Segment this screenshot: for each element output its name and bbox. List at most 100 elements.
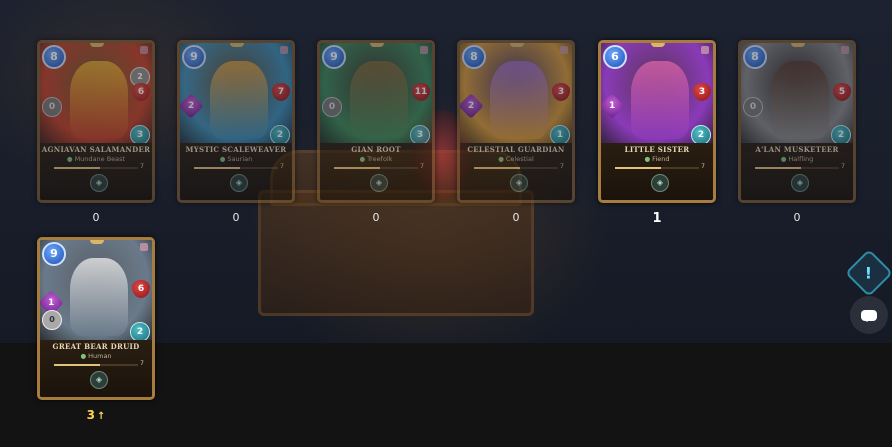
mana-cost: 8 [42, 45, 66, 69]
card-level: 7 [560, 163, 564, 170]
edition-icon [140, 243, 148, 251]
card-character [350, 61, 408, 139]
card-count-value: 3 [86, 408, 95, 422]
ability-icon[interactable]: ◈ [90, 174, 108, 192]
card-type: ● Celestial [460, 155, 572, 163]
card-count: 0 [216, 211, 256, 224]
card-count-value: 0 [92, 211, 100, 224]
monster-card[interactable]: 8 5 2 0 A'LAN MUSKETEER ● Halfling 7 ◈ [738, 40, 856, 203]
melee-attack-stat: 0 [42, 97, 62, 117]
rarity-gem [90, 240, 104, 244]
card-name: GREAT BEAR DRUID [52, 342, 140, 351]
card-level: 7 [420, 163, 424, 170]
magic-attack-value: 2 [467, 100, 475, 111]
level-bar [334, 167, 418, 169]
edition-icon [140, 46, 148, 54]
card-type-label: Halfling [788, 155, 814, 163]
arrow-up-icon: ↑ [96, 411, 106, 422]
melee-attack-stat: 0 [743, 97, 763, 117]
rarity-gem [791, 43, 805, 47]
monster-card[interactable]: 9 6 2 1 0 GREAT BEAR DRUID ● Human 7 ◈ [37, 237, 155, 400]
level-bar-fill [615, 167, 662, 169]
monster-card[interactable]: 9 11 3 0 GIAN ROOT ● Treefolk 7 ◈ [317, 40, 435, 203]
card-type-label: Human [88, 352, 112, 360]
level-bar-fill [474, 167, 521, 169]
rarity-gem [510, 43, 524, 47]
mana-cost: 9 [182, 45, 206, 69]
card-level: 7 [280, 163, 284, 170]
type-dot-icon: ● [498, 155, 504, 163]
ability-icon[interactable]: ◈ [651, 174, 669, 192]
speed-stat: 2 [270, 125, 290, 145]
speed-stat: 2 [691, 125, 711, 145]
card-level: 7 [140, 360, 144, 367]
chat-button[interactable] [850, 296, 888, 334]
level-bar [755, 167, 839, 169]
level-bar-fill [755, 167, 802, 169]
rarity-gem [230, 43, 244, 47]
ability-icon[interactable]: ◈ [791, 174, 809, 192]
edition-icon [420, 46, 428, 54]
level-bar-fill [194, 167, 241, 169]
rarity-gem [90, 43, 104, 47]
card-level: 7 [701, 163, 705, 170]
level-bar [54, 364, 138, 366]
level-bar [194, 167, 278, 169]
type-dot-icon: ● [780, 155, 787, 163]
card-count-value: 0 [372, 211, 380, 224]
card-character [771, 61, 829, 139]
monster-card[interactable]: 6 3 2 1 LITTLE SISTER ● Fiend 7 ◈ [598, 40, 716, 203]
card-character [70, 61, 128, 139]
mana-cost: 8 [743, 45, 767, 69]
type-dot-icon: ● [644, 155, 651, 163]
card-type: ● Mundane Beast [40, 155, 152, 163]
magic-attack-value: 1 [608, 100, 616, 111]
card-character [210, 61, 268, 139]
mana-cost: 9 [322, 45, 346, 69]
ranged-attack-stat: 0 [42, 310, 62, 330]
edition-icon [280, 46, 288, 54]
card-type-label: Celestial [505, 155, 534, 163]
card-name: MYSTIC SCALEWEAVER [185, 145, 287, 154]
card-name: CELESTIAL GUARDIAN [467, 145, 565, 154]
card-type-label: Mundane Beast [74, 155, 126, 163]
level-bar-fill [54, 167, 101, 169]
card-name: A'LAN MUSKETEER [755, 145, 839, 154]
card-type-label: Fiend [652, 155, 670, 163]
treasure-chest [258, 190, 534, 316]
card-type: ● Halfling [741, 155, 853, 163]
speed-stat: 3 [130, 125, 150, 145]
card-count: 0 [496, 211, 536, 224]
monster-card[interactable]: 8 3 1 2 CELESTIAL GUARDIAN ● Celestial 7 … [457, 40, 575, 203]
level-bar [54, 167, 138, 169]
card-name: LITTLE SISTER [624, 145, 690, 154]
card-type-label: Saurian [227, 155, 253, 163]
card-level: 7 [841, 163, 845, 170]
type-dot-icon: ● [359, 155, 366, 163]
rarity-gem [370, 43, 384, 47]
chat-icon [861, 309, 877, 322]
card-character [70, 258, 128, 336]
card-count: 0 [356, 211, 396, 224]
ability-icon[interactable]: ◈ [90, 371, 108, 389]
card-name: GIAN ROOT [351, 145, 401, 154]
level-bar-fill [334, 167, 381, 169]
ability-icon[interactable]: ◈ [230, 174, 248, 192]
card-count-value: 0 [232, 211, 240, 224]
card-level: 7 [140, 163, 144, 170]
exclamation-icon: ! [865, 263, 873, 283]
monster-card[interactable]: 8 2 6 3 0 AGNIAVAN SALAMANDER ● Mundane B… [37, 40, 155, 203]
speed-stat: 2 [831, 125, 851, 145]
speed-stat: 3 [410, 125, 430, 145]
type-dot-icon: ● [80, 352, 87, 360]
monster-card[interactable]: 9 7 2 2 MYSTIC SCALEWEAVER ● Saurian 7 ◈ [177, 40, 295, 203]
type-dot-icon: ● [66, 155, 73, 163]
speed-stat: 2 [130, 322, 150, 342]
magic-attack-value: 2 [187, 100, 195, 111]
level-bar-fill [54, 364, 101, 366]
mana-cost: 8 [462, 45, 486, 69]
ability-icon[interactable]: ◈ [510, 174, 528, 192]
edition-icon [560, 46, 568, 54]
mana-cost: 9 [42, 242, 66, 266]
ability-icon[interactable]: ◈ [370, 174, 388, 192]
